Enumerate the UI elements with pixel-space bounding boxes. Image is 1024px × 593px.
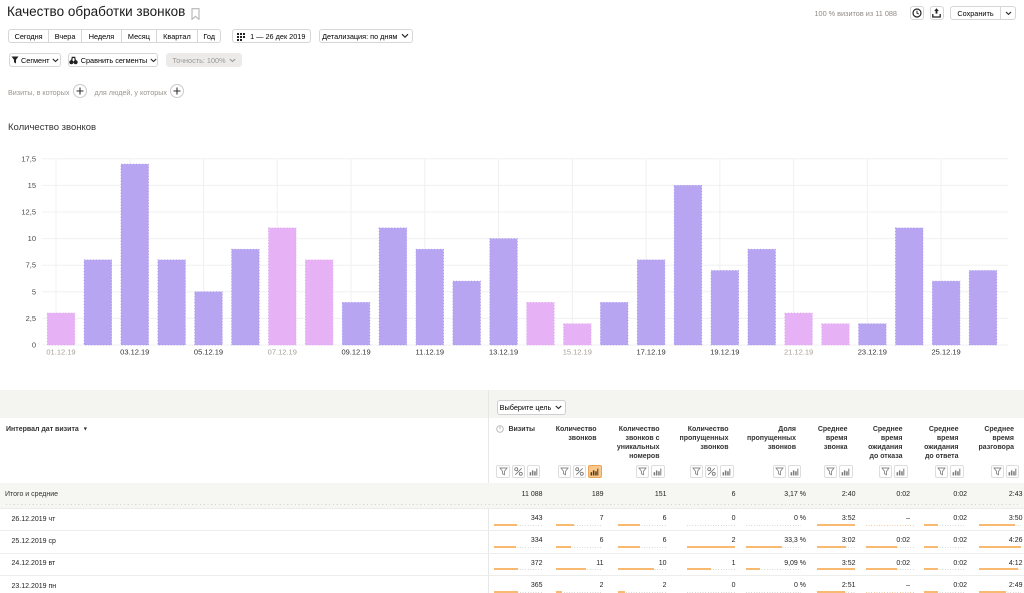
svg-text:09.12.19: 09.12.19 — [341, 348, 370, 357]
svg-text:5: 5 — [32, 287, 36, 296]
svg-text:17,5: 17,5 — [21, 154, 36, 163]
svg-text:03.12.19: 03.12.19 — [120, 348, 149, 357]
svg-text:05.12.19: 05.12.19 — [194, 348, 223, 357]
svg-text:13.12.19: 13.12.19 — [489, 348, 518, 357]
svg-text:2,5: 2,5 — [26, 314, 36, 323]
svg-text:19.12.19: 19.12.19 — [710, 348, 739, 357]
svg-text:12,5: 12,5 — [21, 208, 36, 217]
svg-text:11.12.19: 11.12.19 — [415, 348, 444, 357]
svg-text:21.12.19: 21.12.19 — [784, 348, 813, 357]
svg-text:25.12.19: 25.12.19 — [932, 348, 961, 357]
svg-text:7,5: 7,5 — [26, 261, 36, 270]
svg-text:17.12.19: 17.12.19 — [636, 348, 665, 357]
svg-text:15.12.19: 15.12.19 — [563, 348, 592, 357]
svg-text:15: 15 — [28, 181, 36, 190]
svg-text:0: 0 — [32, 341, 36, 350]
svg-text:01.12.19: 01.12.19 — [46, 348, 75, 357]
svg-text:07.12.19: 07.12.19 — [268, 348, 297, 357]
svg-text:10: 10 — [28, 234, 36, 243]
svg-text:23.12.19: 23.12.19 — [858, 348, 887, 357]
